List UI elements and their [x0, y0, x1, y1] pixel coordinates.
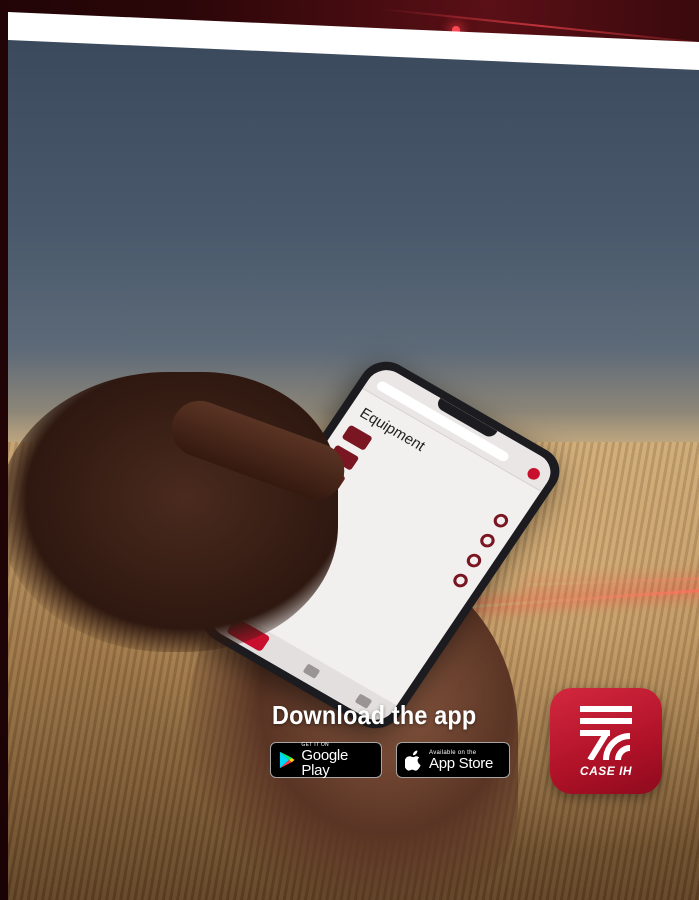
tractor-thumbnail	[341, 424, 373, 451]
status-ring-icon	[463, 551, 484, 570]
apple-icon	[405, 750, 421, 771]
google-play-icon	[279, 751, 295, 769]
google-play-badge[interactable]: GET IT ON Google Play	[270, 742, 382, 778]
case-ih-app-icon[interactable]: CASE IH	[550, 688, 662, 794]
signal-stripes-icon	[580, 706, 632, 760]
download-heading: Download the app	[272, 700, 477, 730]
app-store-label: App Store	[429, 754, 494, 772]
left-hand	[8, 372, 338, 652]
phone-nav-tab	[302, 663, 321, 679]
status-ring-icon	[490, 511, 511, 531]
phone-close-icon	[525, 465, 543, 482]
app-store-badge[interactable]: Available on the App Store	[396, 742, 510, 778]
google-play-text: GET IT ON Google Play	[301, 742, 373, 779]
case-ih-logo-text: CASE IH	[579, 764, 633, 778]
status-ring-icon	[450, 571, 471, 590]
google-play-label: Google Play	[301, 746, 348, 779]
status-ring-icon	[477, 531, 498, 550]
app-store-text: Available on the App Store	[429, 750, 493, 771]
